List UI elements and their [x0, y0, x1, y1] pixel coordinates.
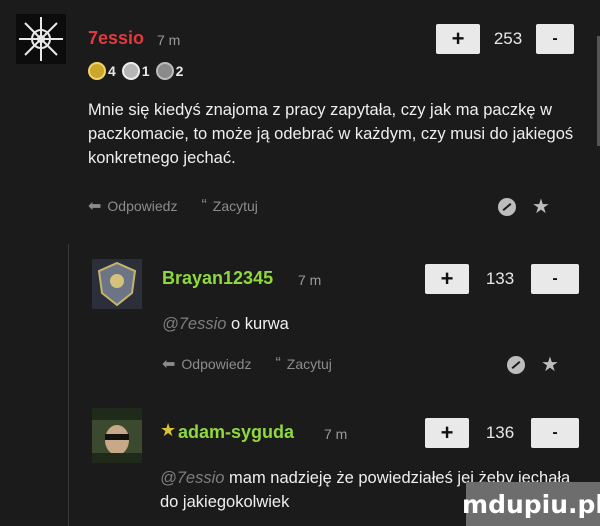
reply-button[interactable]: ⬅ Odpowiedz — [162, 354, 251, 374]
downvote-button[interactable]: - — [531, 264, 579, 294]
comment-time: 7 m — [298, 272, 322, 288]
badge-count: 4 — [108, 63, 116, 79]
badge-count: 1 — [141, 63, 150, 79]
vote-count: 136 — [485, 423, 515, 442]
quote-button[interactable]: “ Zacytuj — [201, 197, 257, 215]
comment-username[interactable]: adam-syguda — [178, 422, 294, 443]
gold-medal-icon — [88, 62, 106, 80]
upvote-button[interactable]: + — [425, 418, 469, 448]
badge-gold: 4 — [88, 62, 116, 80]
user-badges: 4 1 2 — [88, 62, 183, 80]
comment-username[interactable]: Brayan12345 — [162, 268, 273, 289]
favorite-star-icon[interactable]: ★ — [532, 194, 550, 219]
avatar-adam-syguda[interactable] — [92, 408, 142, 463]
comment-time: 7 m — [324, 426, 348, 442]
star-icon: ★ — [160, 420, 177, 440]
quote-icon: “ — [201, 197, 207, 214]
comment-username[interactable]: 7essio — [88, 28, 144, 49]
mention-link[interactable]: @7essio — [160, 469, 224, 487]
downvote-button[interactable]: - — [536, 24, 574, 54]
reply-label: Odpowiedz — [181, 356, 252, 372]
upvote-button[interactable]: + — [436, 24, 480, 54]
quote-icon: “ — [275, 355, 281, 372]
comment-extra-actions: ★ — [498, 194, 550, 219]
comment-actions: ⬅ Odpowiedz “ Zacytuj — [88, 196, 282, 216]
silver-medal-icon — [121, 62, 140, 80]
comment-time: 7 m — [157, 32, 181, 48]
favorite-star-icon[interactable]: ★ — [541, 352, 559, 377]
mention-link[interactable]: @7essio — [162, 315, 226, 333]
avatar-7essio[interactable] — [16, 14, 66, 64]
vote-box: + 253 - — [436, 24, 574, 54]
vote-count: 253 — [493, 29, 523, 48]
badge-count: 2 — [175, 63, 184, 79]
comment-text: o kurwa — [231, 315, 289, 333]
thread-line — [68, 244, 69, 526]
vote-box: + 133 - — [425, 264, 579, 294]
block-icon[interactable] — [498, 197, 516, 216]
vote-box: + 136 - — [425, 418, 579, 448]
upvote-button[interactable]: + — [425, 264, 469, 294]
block-icon[interactable] — [507, 355, 525, 374]
avatar-brayan12345[interactable] — [92, 259, 142, 309]
reply-button[interactable]: ⬅ Odpowiedz — [88, 196, 177, 216]
comment-actions: ⬅ Odpowiedz “ Zacytuj — [162, 354, 356, 374]
comment-extra-actions: ★ — [507, 352, 559, 377]
badge-silver: 1 — [121, 62, 150, 80]
quote-label: Zacytuj — [286, 356, 332, 372]
quote-button[interactable]: “ Zacytuj — [275, 355, 331, 373]
comment-body: @7essio o kurwa — [162, 312, 582, 336]
watermark-logo: mdupiu.pl — [462, 482, 600, 526]
reply-label: Odpowiedz — [107, 198, 178, 214]
bronze-medal-icon — [155, 62, 174, 80]
reply-arrow-icon: ⬅ — [88, 198, 102, 215]
vote-count: 133 — [485, 269, 515, 288]
badge-bronze: 2 — [155, 62, 184, 80]
downvote-button[interactable]: - — [531, 418, 579, 448]
quote-label: Zacytuj — [212, 198, 258, 214]
comment-body: Mnie się kiedyś znajoma z pracy zapytała… — [88, 101, 574, 167]
reply-arrow-icon: ⬅ — [162, 356, 176, 373]
